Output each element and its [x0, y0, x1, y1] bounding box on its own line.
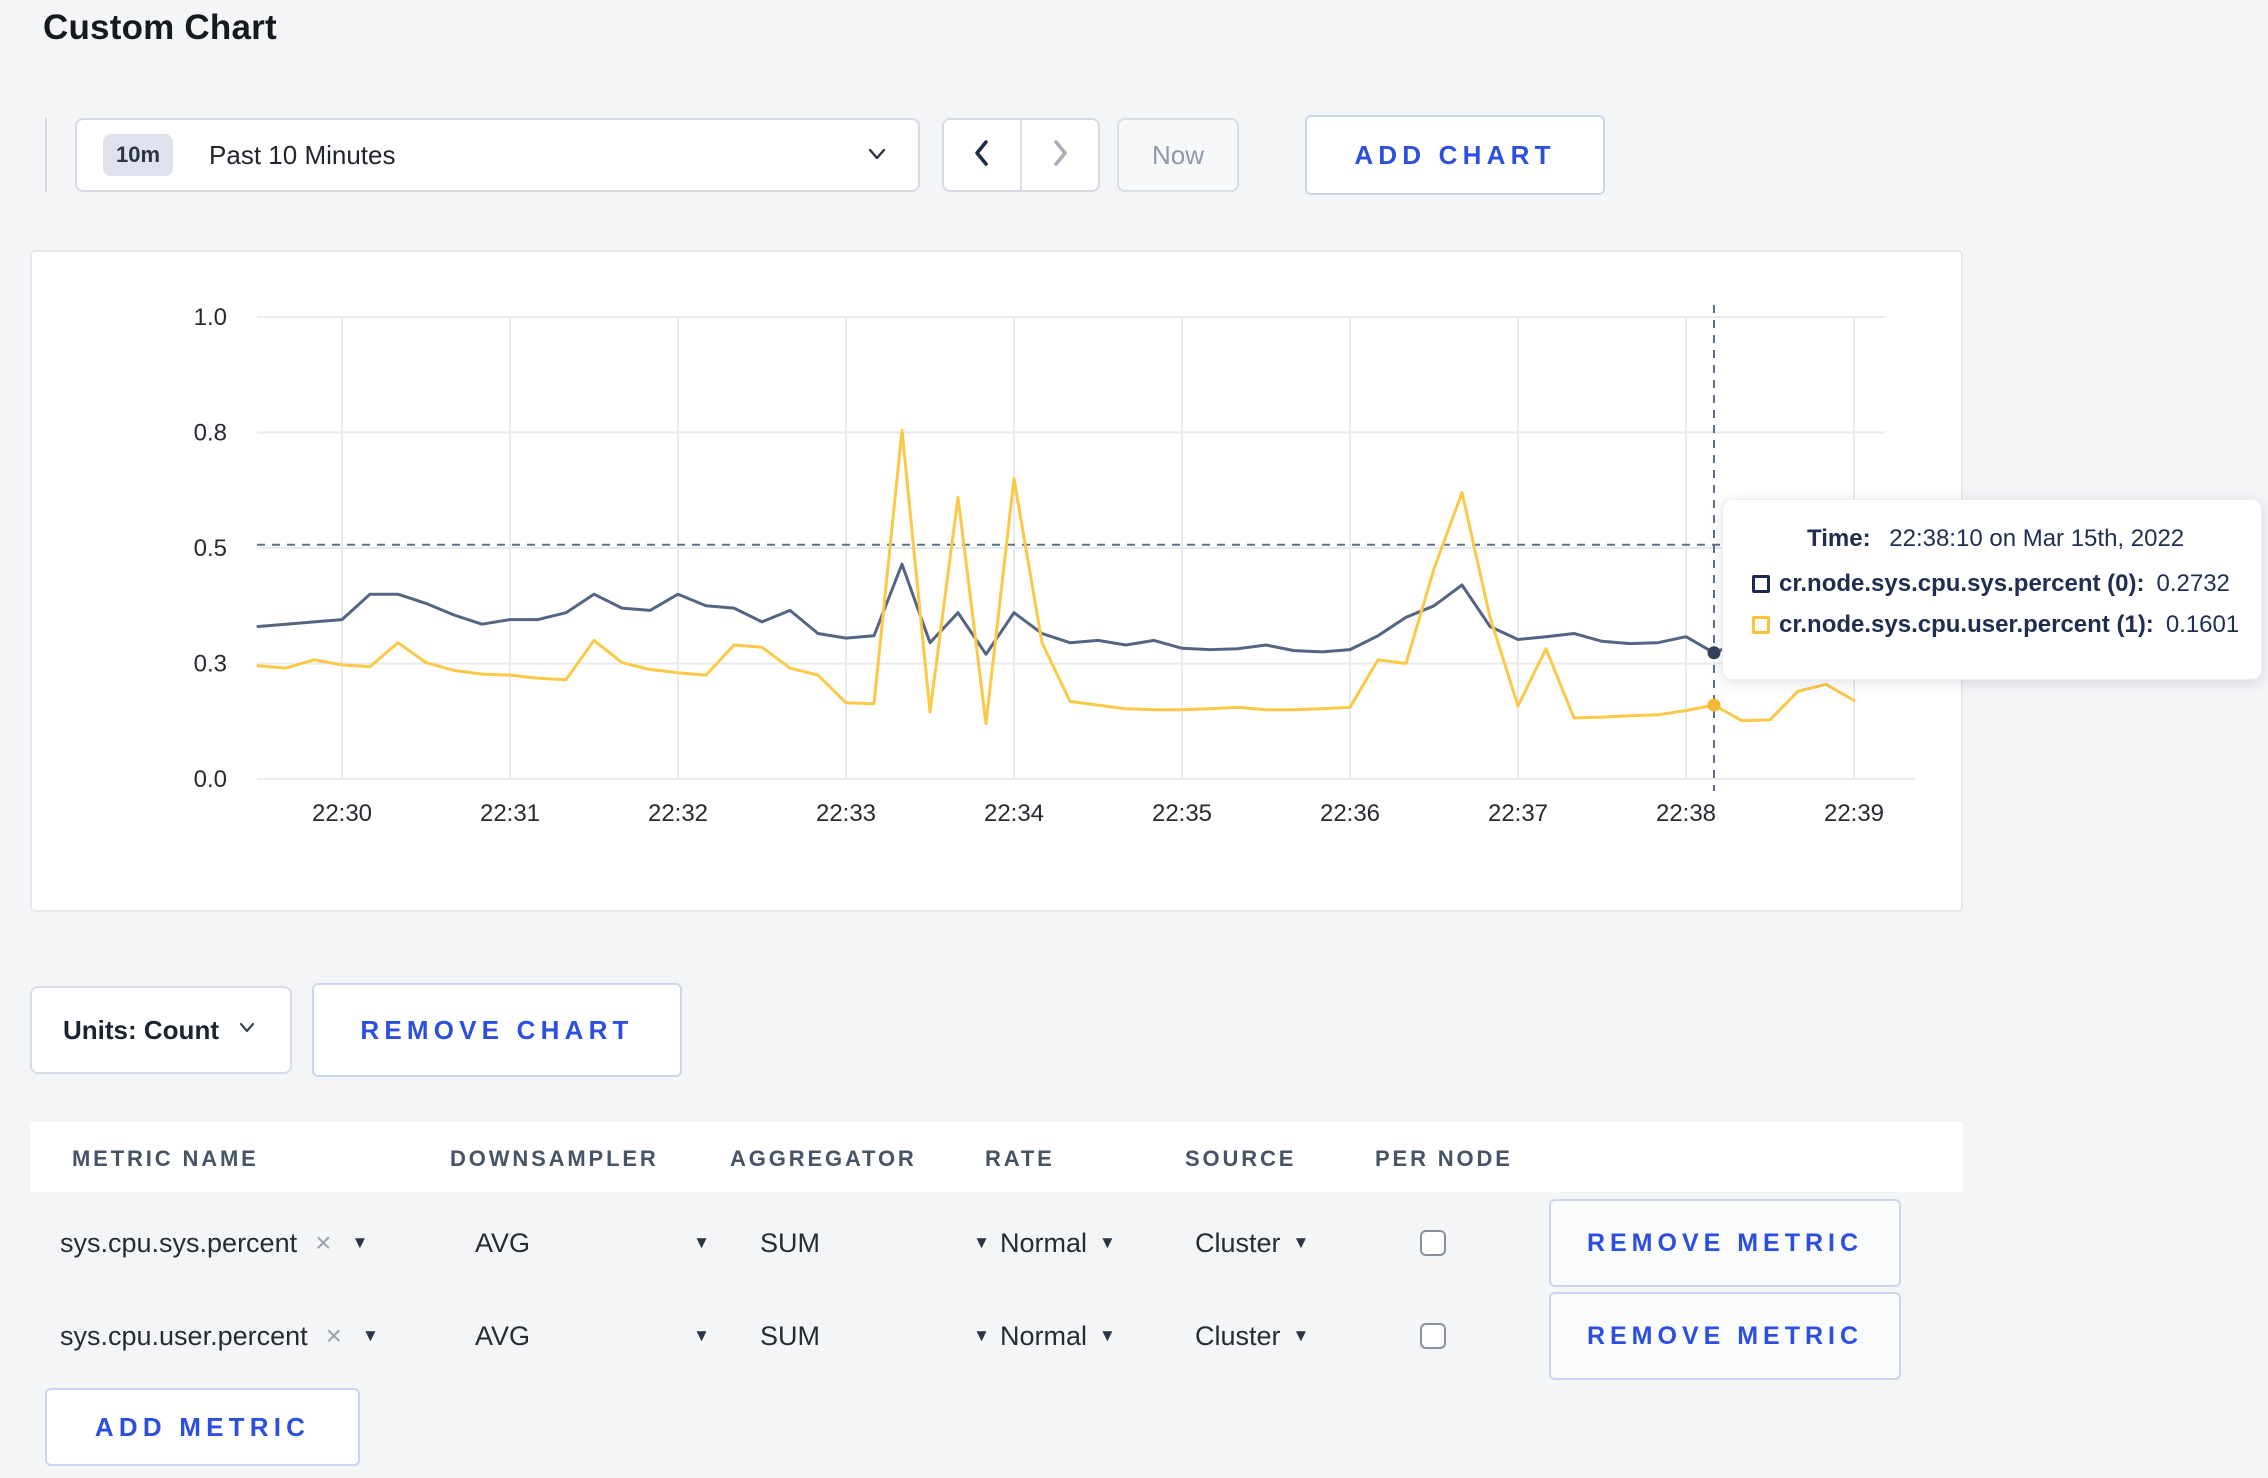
- time-window-dropdown[interactable]: 10m Past 10 Minutes: [75, 118, 920, 192]
- table-row: sys.cpu.user.percent × ▼ AVG ▼ SUM ▼ Nor…: [0, 1290, 2268, 1382]
- sys-series-label: cr.node.sys.cpu.sys.percent (0):: [1779, 570, 2145, 597]
- time-series-chart[interactable]: 0.0 0.3 0.5 0.8 1.0 22:30 22:31 22:32 22:33 22:34…: [32, 252, 1961, 910]
- y-axis-tick-label: 0.8: [194, 420, 227, 447]
- caret-down-icon: ▼: [973, 1233, 990, 1252]
- y-axis-tick-label: 0.3: [194, 651, 227, 678]
- caret-down-icon: ▼: [1292, 1233, 1310, 1252]
- source-value: Cluster: [1195, 1320, 1281, 1351]
- chart-card: 0.0 0.3 0.5 0.8 1.0 22:30 22:31 22:32 22:33 22:34…: [30, 250, 1963, 912]
- y-axis-tick-label: 0.0: [194, 766, 227, 793]
- clear-metric-icon[interactable]: ×: [315, 1227, 331, 1259]
- metric-name-select[interactable]: sys.cpu.sys.percent × ▼: [60, 1197, 368, 1289]
- y-axis-tick-label: 0.5: [194, 535, 227, 562]
- add-metric-button[interactable]: ADD METRIC: [45, 1388, 360, 1466]
- x-axis-tick-label: 22:37: [1488, 800, 1548, 827]
- column-header-metric-name: METRIC NAME: [72, 1146, 259, 1171]
- chevron-left-icon: [967, 136, 997, 175]
- x-axis-tick-label: 22:30: [312, 800, 372, 827]
- caret-down-icon: ▼: [693, 1233, 710, 1252]
- column-header-source: SOURCE: [1185, 1146, 1297, 1171]
- caret-down-icon: ▼: [1292, 1326, 1310, 1345]
- hover-point-dot: [1707, 698, 1721, 712]
- tooltip-series-row: cr.node.sys.cpu.user.percent (1): 0.1601: [1752, 611, 2261, 639]
- column-header-aggregator: AGGREGATOR: [730, 1146, 917, 1171]
- hover-point-dot: [1707, 646, 1721, 660]
- caret-down-icon: ▼: [351, 1233, 369, 1252]
- next-time-button[interactable]: [1020, 120, 1098, 190]
- custom-chart-page: Custom Chart 10m Past 10 Minutes Now ADD…: [0, 0, 2268, 1478]
- source-select[interactable]: Cluster ▼: [1195, 1197, 1309, 1289]
- per-node-cell: [1420, 1290, 1446, 1382]
- column-header-rate: RATE: [985, 1146, 1055, 1171]
- per-node-cell: [1420, 1197, 1446, 1289]
- x-axis-tick-label: 22:35: [1152, 800, 1212, 827]
- chart-hover-tooltip: Time: 22:38:10 on Mar 15th, 2022 cr.node…: [1722, 499, 2262, 680]
- sys-series-value: 0.2732: [2156, 570, 2230, 597]
- rate-value: Normal: [1000, 1227, 1088, 1258]
- sys-series-swatch-icon: [1752, 575, 1770, 593]
- x-axis-tick-label: 22:32: [648, 800, 708, 827]
- time-window-label: Past 10 Minutes: [209, 139, 396, 170]
- aggregator-select[interactable]: SUM ▼: [760, 1290, 990, 1382]
- downsampler-select[interactable]: AVG ▼: [475, 1290, 710, 1382]
- remove-metric-button[interactable]: REMOVE METRIC: [1549, 1292, 1901, 1380]
- caret-down-icon: ▼: [362, 1326, 379, 1345]
- per-node-checkbox[interactable]: [1420, 1323, 1446, 1349]
- user-series-line: [256, 428, 1856, 726]
- metric-name-select[interactable]: sys.cpu.user.percent × ▼: [60, 1290, 379, 1382]
- user-series-value: 0.1601: [2165, 611, 2240, 638]
- source-select[interactable]: Cluster ▼: [1195, 1290, 1309, 1382]
- page-title: Custom Chart: [43, 8, 277, 47]
- metric-name-value: sys.cpu.sys.percent: [60, 1227, 298, 1258]
- units-dropdown[interactable]: Units: Count: [30, 986, 292, 1074]
- x-axis-tick-label: 22:33: [816, 800, 876, 827]
- now-button[interactable]: Now: [1117, 118, 1239, 192]
- chevron-right-icon: [1045, 136, 1075, 175]
- prev-time-button[interactable]: [944, 120, 1020, 190]
- tooltip-time-row: Time: 22:38:10 on Mar 15th, 2022: [1752, 525, 2261, 553]
- clear-metric-icon[interactable]: ×: [326, 1320, 342, 1352]
- tooltip-time-label: Time:: [1807, 525, 1871, 552]
- x-axis-tick-label: 22:31: [480, 800, 540, 827]
- chevron-down-icon: [862, 138, 892, 173]
- toolbar-divider: [45, 118, 47, 192]
- x-axis-tick-label: 22:36: [1320, 800, 1380, 827]
- column-header-per-node: PER NODE: [1375, 1146, 1513, 1171]
- rate-select[interactable]: Normal ▼: [1000, 1290, 1116, 1382]
- remove-chart-button[interactable]: REMOVE CHART: [312, 983, 682, 1077]
- x-axis-tick-label: 22:34: [984, 800, 1044, 827]
- user-series-label: cr.node.sys.cpu.user.percent (1):: [1779, 611, 2154, 638]
- user-series-swatch-icon: [1752, 616, 1770, 634]
- x-axis-tick-label: 22:39: [1824, 800, 1884, 827]
- caret-down-icon: ▼: [693, 1326, 710, 1345]
- tooltip-series-row: cr.node.sys.cpu.sys.percent (0): 0.2732: [1752, 570, 2261, 598]
- column-header-downsampler: DOWNSAMPLER: [450, 1146, 659, 1171]
- tooltip-time-value: 22:38:10 on Mar 15th, 2022: [1889, 525, 2185, 552]
- remove-metric-button[interactable]: REMOVE METRIC: [1549, 1199, 1901, 1287]
- per-node-checkbox[interactable]: [1420, 1230, 1446, 1256]
- caret-down-icon: ▼: [1099, 1326, 1116, 1345]
- aggregator-value: SUM: [760, 1320, 820, 1351]
- downsampler-value: AVG: [475, 1320, 531, 1351]
- sys-series-line: [256, 562, 1856, 656]
- x-axis-tick-label: 22:38: [1656, 800, 1716, 827]
- units-label: Units: Count: [63, 1014, 219, 1045]
- caret-down-icon: ▼: [1099, 1233, 1116, 1252]
- add-chart-button[interactable]: ADD CHART: [1305, 115, 1605, 195]
- aggregator-select[interactable]: SUM ▼: [760, 1197, 990, 1289]
- caret-down-icon: ▼: [973, 1326, 990, 1345]
- rate-select[interactable]: Normal ▼: [1000, 1197, 1116, 1289]
- source-value: Cluster: [1195, 1227, 1281, 1258]
- rate-value: Normal: [1000, 1320, 1088, 1351]
- downsampler-select[interactable]: AVG ▼: [475, 1197, 710, 1289]
- metric-name-value: sys.cpu.user.percent: [60, 1320, 308, 1351]
- table-row: sys.cpu.sys.percent × ▼ AVG ▼ SUM ▼ Norm…: [0, 1197, 2268, 1289]
- y-axis-tick-label: 1.0: [194, 304, 227, 331]
- downsampler-value: AVG: [475, 1227, 531, 1258]
- time-nav-group: [942, 118, 1100, 192]
- aggregator-value: SUM: [760, 1227, 820, 1258]
- time-window-badge: 10m: [103, 134, 174, 176]
- chevron-down-icon: [235, 1015, 259, 1046]
